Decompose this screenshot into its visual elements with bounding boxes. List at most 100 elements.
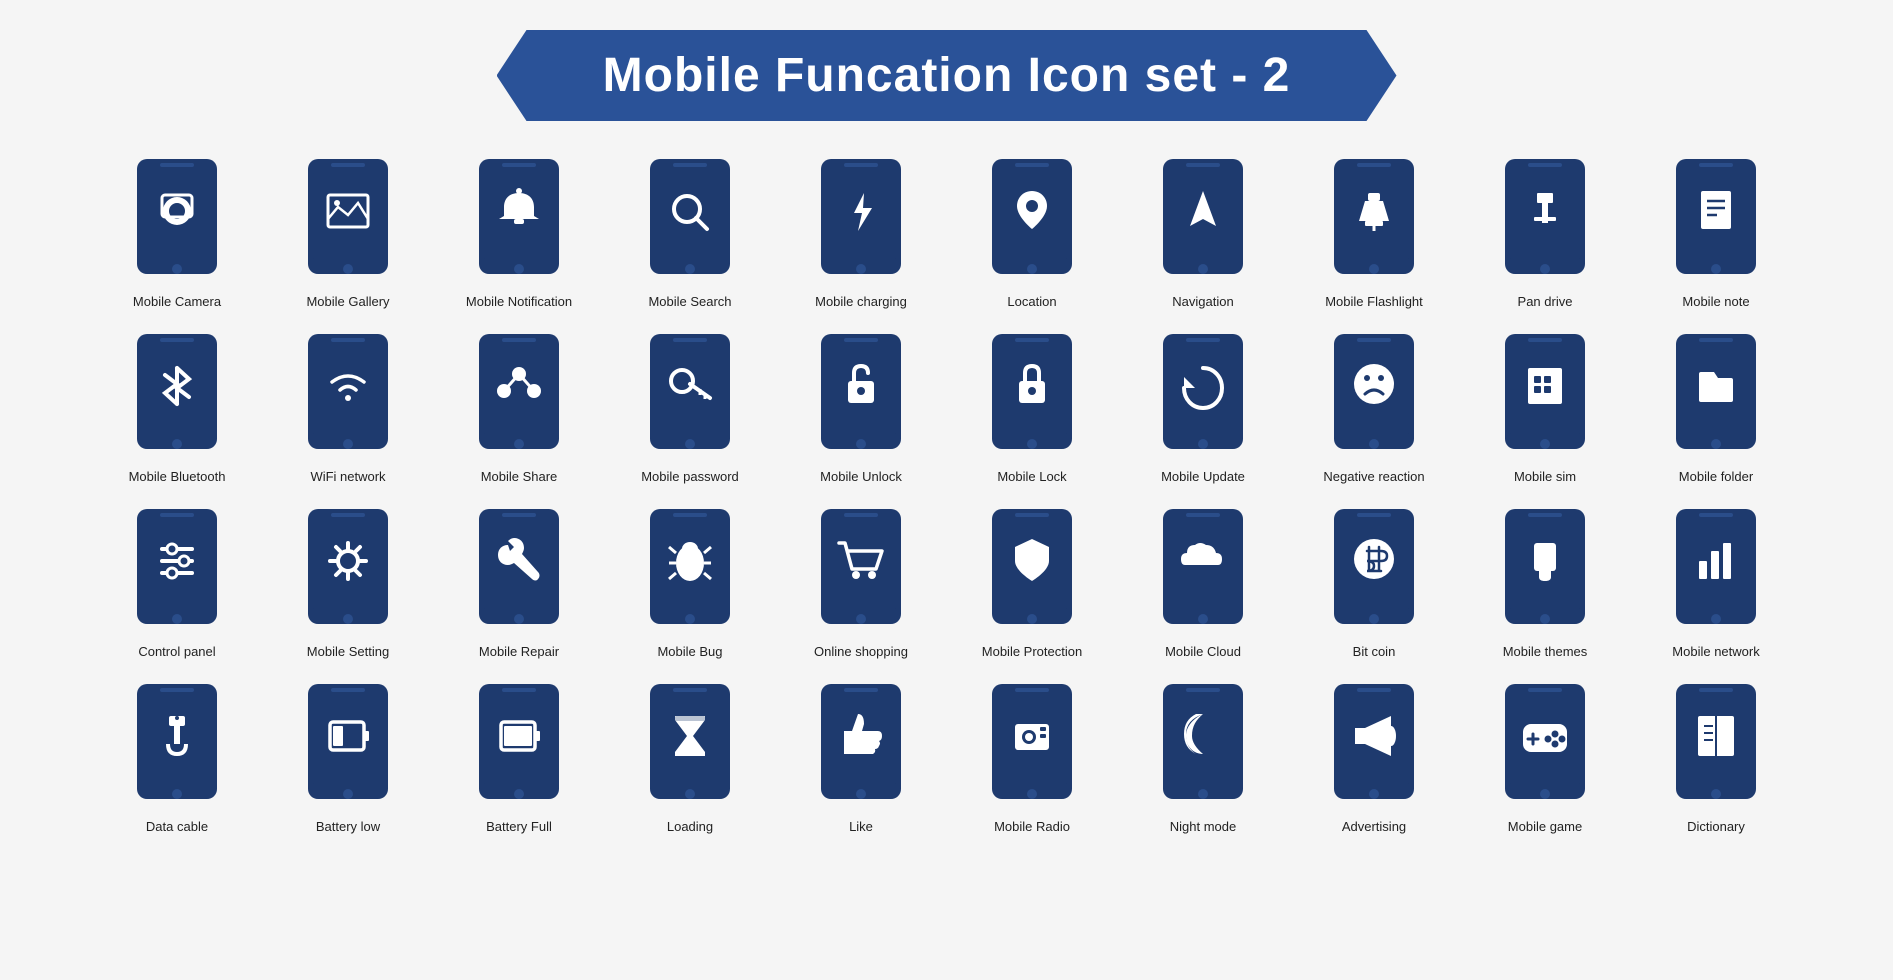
control-panel-icon: [122, 501, 232, 636]
icon-item-mobile-protection: Mobile Protection: [952, 501, 1113, 661]
mobile-camera-label: Mobile Camera: [133, 294, 221, 311]
mobile-network-label: Mobile network: [1672, 644, 1759, 661]
mobile-password-label: Mobile password: [641, 469, 739, 486]
negative-reaction-label: Negative reaction: [1323, 469, 1424, 486]
icon-item-data-cable: Data cable: [97, 676, 258, 836]
icon-item-mobile-search: Mobile Search: [610, 151, 771, 311]
loading-icon: [635, 676, 745, 811]
mobile-charging-label: Mobile charging: [815, 294, 907, 311]
loading-label: Loading: [667, 819, 713, 836]
icon-item-location: Location: [952, 151, 1113, 311]
mobile-camera-icon: [122, 151, 232, 286]
advertising-icon: [1319, 676, 1429, 811]
icon-item-mobile-note: Mobile note: [1636, 151, 1797, 311]
icons-grid: Mobile Camera Mobile Gallery Mobile Noti…: [97, 151, 1797, 836]
mobile-update-label: Mobile Update: [1161, 469, 1245, 486]
icon-item-control-panel: Control panel: [97, 501, 258, 661]
mobile-password-icon: [635, 326, 745, 461]
battery-low-icon: [293, 676, 403, 811]
mobile-folder-icon: [1661, 326, 1771, 461]
mobile-lock-label: Mobile Lock: [997, 469, 1066, 486]
mobile-radio-label: Mobile Radio: [994, 819, 1070, 836]
icon-item-loading: Loading: [610, 676, 771, 836]
icon-item-mobile-password: Mobile password: [610, 326, 771, 486]
mobile-protection-label: Mobile Protection: [982, 644, 1082, 661]
mobile-cloud-icon: [1148, 501, 1258, 636]
icon-item-mobile-folder: Mobile folder: [1636, 326, 1797, 486]
icon-item-mobile-camera: Mobile Camera: [97, 151, 258, 311]
location-label: Location: [1007, 294, 1056, 311]
mobile-sim-label: Mobile sim: [1514, 469, 1576, 486]
icon-item-mobile-share: Mobile Share: [439, 326, 600, 486]
dictionary-label: Dictionary: [1687, 819, 1745, 836]
dictionary-icon: [1661, 676, 1771, 811]
icon-item-mobile-game: Mobile game: [1465, 676, 1626, 836]
icon-item-mobile-sim: Mobile sim: [1465, 326, 1626, 486]
bit-coin-icon: [1319, 501, 1429, 636]
negative-reaction-icon: [1319, 326, 1429, 461]
icon-item-mobile-bug: Mobile Bug: [610, 501, 771, 661]
icon-item-mobile-repair: Mobile Repair: [439, 501, 600, 661]
mobile-gallery-label: Mobile Gallery: [306, 294, 389, 311]
navigation-label: Navigation: [1172, 294, 1233, 311]
icon-item-mobile-radio: Mobile Radio: [952, 676, 1113, 836]
mobile-themes-label: Mobile themes: [1503, 644, 1588, 661]
icon-item-negative-reaction: Negative reaction: [1294, 326, 1455, 486]
mobile-unlock-icon: [806, 326, 916, 461]
pan-drive-icon: [1490, 151, 1600, 286]
mobile-themes-icon: [1490, 501, 1600, 636]
control-panel-label: Control panel: [138, 644, 215, 661]
icon-item-battery-full: Battery Full: [439, 676, 600, 836]
mobile-sim-icon: [1490, 326, 1600, 461]
mobile-charging-icon: [806, 151, 916, 286]
pan-drive-label: Pan drive: [1518, 294, 1573, 311]
mobile-bug-icon: [635, 501, 745, 636]
mobile-bug-label: Mobile Bug: [657, 644, 722, 661]
night-mode-icon: [1148, 676, 1258, 811]
icon-item-mobile-network: Mobile network: [1636, 501, 1797, 661]
mobile-share-icon: [464, 326, 574, 461]
mobile-setting-icon: [293, 501, 403, 636]
mobile-setting-label: Mobile Setting: [307, 644, 389, 661]
advertising-label: Advertising: [1342, 819, 1406, 836]
online-shopping-icon: [806, 501, 916, 636]
mobile-repair-icon: [464, 501, 574, 636]
wifi-network-icon: [293, 326, 403, 461]
battery-full-icon: [464, 676, 574, 811]
mobile-folder-label: Mobile folder: [1679, 469, 1753, 486]
icon-item-mobile-charging: Mobile charging: [781, 151, 942, 311]
icon-item-bit-coin: Bit coin: [1294, 501, 1455, 661]
like-label: Like: [849, 819, 873, 836]
icon-item-mobile-lock: Mobile Lock: [952, 326, 1113, 486]
icon-item-dictionary: Dictionary: [1636, 676, 1797, 836]
mobile-unlock-label: Mobile Unlock: [820, 469, 902, 486]
mobile-note-icon: [1661, 151, 1771, 286]
online-shopping-label: Online shopping: [814, 644, 908, 661]
icon-item-navigation: Navigation: [1123, 151, 1284, 311]
mobile-cloud-label: Mobile Cloud: [1165, 644, 1241, 661]
night-mode-label: Night mode: [1170, 819, 1236, 836]
icon-item-mobile-update: Mobile Update: [1123, 326, 1284, 486]
mobile-bluetooth-label: Mobile Bluetooth: [129, 469, 226, 486]
bit-coin-label: Bit coin: [1353, 644, 1396, 661]
mobile-radio-icon: [977, 676, 1087, 811]
mobile-update-icon: [1148, 326, 1258, 461]
icon-item-pan-drive: Pan drive: [1465, 151, 1626, 311]
battery-full-label: Battery Full: [486, 819, 552, 836]
mobile-notification-icon: [464, 151, 574, 286]
mobile-repair-label: Mobile Repair: [479, 644, 559, 661]
icon-item-mobile-setting: Mobile Setting: [268, 501, 429, 661]
icon-item-like: Like: [781, 676, 942, 836]
icon-item-mobile-bluetooth: Mobile Bluetooth: [97, 326, 258, 486]
battery-low-label: Battery low: [316, 819, 380, 836]
mobile-note-label: Mobile note: [1682, 294, 1749, 311]
location-icon: [977, 151, 1087, 286]
mobile-game-label: Mobile game: [1508, 819, 1582, 836]
like-icon: [806, 676, 916, 811]
icon-item-mobile-cloud: Mobile Cloud: [1123, 501, 1284, 661]
mobile-network-icon: [1661, 501, 1771, 636]
icon-item-online-shopping: Online shopping: [781, 501, 942, 661]
data-cable-label: Data cable: [146, 819, 208, 836]
icon-item-wifi-network: WiFi network: [268, 326, 429, 486]
data-cable-icon: [122, 676, 232, 811]
